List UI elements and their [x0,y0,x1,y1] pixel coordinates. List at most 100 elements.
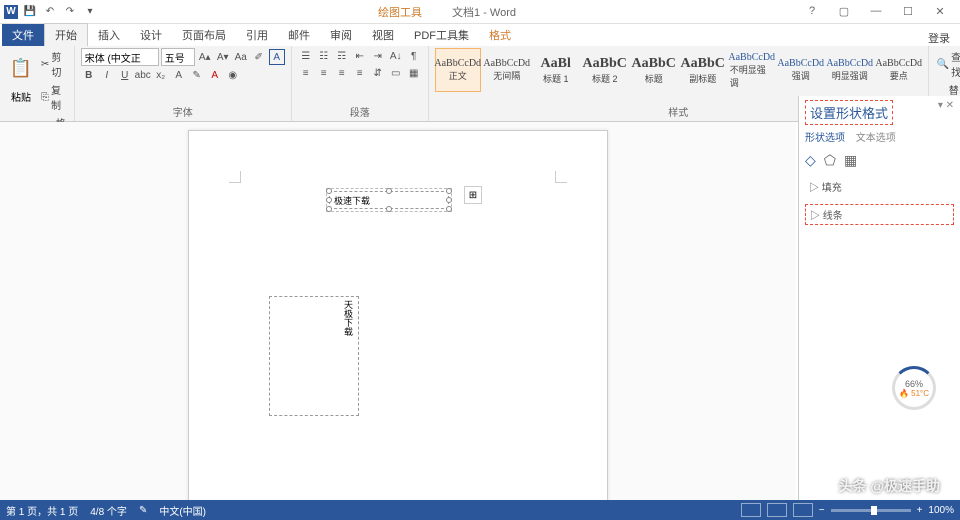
highlight-icon[interactable]: ✎ [189,67,205,83]
view-print-icon[interactable] [767,503,787,517]
align-center-icon[interactable]: ≡ [316,65,332,81]
font-label: 字体 [81,102,285,121]
cut-button[interactable]: ✂ 剪切 [39,48,68,80]
redo-icon[interactable]: ↷ [62,4,78,20]
resize-handle[interactable] [446,188,452,194]
change-case-icon[interactable]: Aa [233,49,249,65]
pane-dropdown-icon[interactable]: ▾ ✕ [938,100,954,111]
tab-references[interactable]: 引用 [236,24,278,46]
style-tile[interactable]: AaBbCcDd明显强调 [827,48,873,92]
tab-review[interactable]: 审阅 [320,24,362,46]
status-page[interactable]: 第 1 页，共 1 页 [6,503,78,518]
tab-file[interactable]: 文件 [2,24,44,46]
layout-icon[interactable]: ▦ [844,152,857,169]
subscript-icon[interactable]: x₂ [153,67,169,83]
style-tile[interactable]: AaBbC标题 2 [582,48,628,92]
tab-format[interactable]: 格式 [479,24,521,46]
minimize-icon[interactable]: — [864,5,888,18]
zoom-in-icon[interactable]: + [917,505,923,516]
pane-tab-text[interactable]: 文本选项 [856,133,896,144]
resize-handle[interactable] [446,197,452,203]
font-size-select[interactable]: 五号 [161,48,195,66]
effects-icon[interactable]: ⬠ [824,152,836,169]
style-tile[interactable]: AaBbC副标题 [680,48,726,92]
show-marks-icon[interactable]: ¶ [406,48,422,64]
italic-icon[interactable]: I [99,67,115,83]
resize-handle[interactable] [326,197,332,203]
tab-design[interactable]: 设计 [130,24,172,46]
tab-mail[interactable]: 邮件 [278,24,320,46]
borders-icon[interactable]: ▦ [406,65,422,81]
page[interactable]: 极速下载 ⊞ 天极下载 [188,130,608,500]
status-lang[interactable]: 中文(中国) [159,503,206,518]
help-icon[interactable]: ? [800,5,824,18]
tab-layout[interactable]: 页面布局 [172,24,236,46]
status-proofing-icon[interactable]: ✎ [139,505,147,516]
text-effects-icon[interactable]: A [171,67,187,83]
tab-pdf[interactable]: PDF工具集 [404,24,479,46]
document-area[interactable]: 极速下载 ⊞ 天极下载 [0,122,796,500]
sort-icon[interactable]: A↓ [388,48,404,64]
maximize-icon[interactable]: ☐ [896,5,920,18]
status-words[interactable]: 4/8 个字 [90,503,127,518]
view-web-icon[interactable] [793,503,813,517]
zoom-out-icon[interactable]: − [819,505,825,516]
grow-font-icon[interactable]: A▴ [197,49,213,65]
layout-options-icon[interactable]: ⊞ [464,186,482,204]
pane-title: 设置形状格式 [805,100,893,125]
style-tile[interactable]: AaBbCcDd无间隔 [484,48,530,92]
style-tile[interactable]: AaBbCcDd强调 [778,48,824,92]
line-spacing-icon[interactable]: ⇵ [370,65,386,81]
style-tile[interactable]: AaBbCcDd不明显强调 [729,48,775,92]
pane-tab-shape[interactable]: 形状选项 [805,133,845,144]
qat-dropdown-icon[interactable]: ▾ [82,4,98,20]
justify-icon[interactable]: ≡ [352,65,368,81]
style-tile[interactable]: AaBbCcDd正文 [435,48,481,92]
decrease-indent-icon[interactable]: ⇤ [352,48,368,64]
increase-indent-icon[interactable]: ⇥ [370,48,386,64]
resize-handle[interactable] [326,188,332,194]
strike-icon[interactable]: abc [135,67,151,83]
save-icon[interactable]: 💾 [22,4,38,20]
font-name-select[interactable]: 宋体 (中文正 [81,48,159,66]
resize-handle[interactable] [386,188,392,194]
multilevel-icon[interactable]: ☶ [334,48,350,64]
style-tile[interactable]: AaBl标题 1 [533,48,579,92]
char-shading-icon[interactable]: ◉ [225,67,241,83]
tab-view[interactable]: 视图 [362,24,404,46]
word-app-icon[interactable]: W [4,5,18,19]
section-line[interactable]: ▷ 线条 [805,204,954,225]
find-button[interactable]: 🔍 查找 [935,48,960,80]
char-border-icon[interactable]: A [269,49,285,65]
font-color-icon[interactable]: A [207,67,223,83]
close-icon[interactable]: ✕ [928,5,952,18]
tab-home[interactable]: 开始 [44,23,88,46]
section-fill[interactable]: ▷ 填充 [805,177,954,196]
style-tile[interactable]: AaBbCcDd要点 [876,48,922,92]
clear-format-icon[interactable]: ✐ [251,49,267,65]
bold-icon[interactable]: B [81,67,97,83]
login-link[interactable]: 登录 [918,30,960,46]
shrink-font-icon[interactable]: A▾ [215,49,231,65]
resize-handle[interactable] [386,206,392,212]
align-left-icon[interactable]: ≡ [298,65,314,81]
textbox-selected[interactable]: 极速下载 [329,191,449,209]
shading-icon[interactable]: ▭ [388,65,404,81]
undo-icon[interactable]: ↶ [42,4,58,20]
numbering-icon[interactable]: ☷ [316,48,332,64]
align-right-icon[interactable]: ≡ [334,65,350,81]
resize-handle[interactable] [326,206,332,212]
fill-line-icon[interactable]: ◇ [805,152,816,169]
textbox-vertical[interactable]: 天极下载 [269,296,359,416]
tab-insert[interactable]: 插入 [88,24,130,46]
resize-handle[interactable] [446,206,452,212]
ribbon-options-icon[interactable]: ▢ [832,5,856,18]
view-read-icon[interactable] [741,503,761,517]
zoom-slider[interactable] [831,509,911,512]
paste-button[interactable]: 📋 [6,48,36,88]
zoom-level[interactable]: 100% [928,505,954,516]
underline-icon[interactable]: U [117,67,133,83]
copy-button[interactable]: ⎘ 复制 [39,81,68,113]
bullets-icon[interactable]: ☰ [298,48,314,64]
style-tile[interactable]: AaBbC标题 [631,48,677,92]
